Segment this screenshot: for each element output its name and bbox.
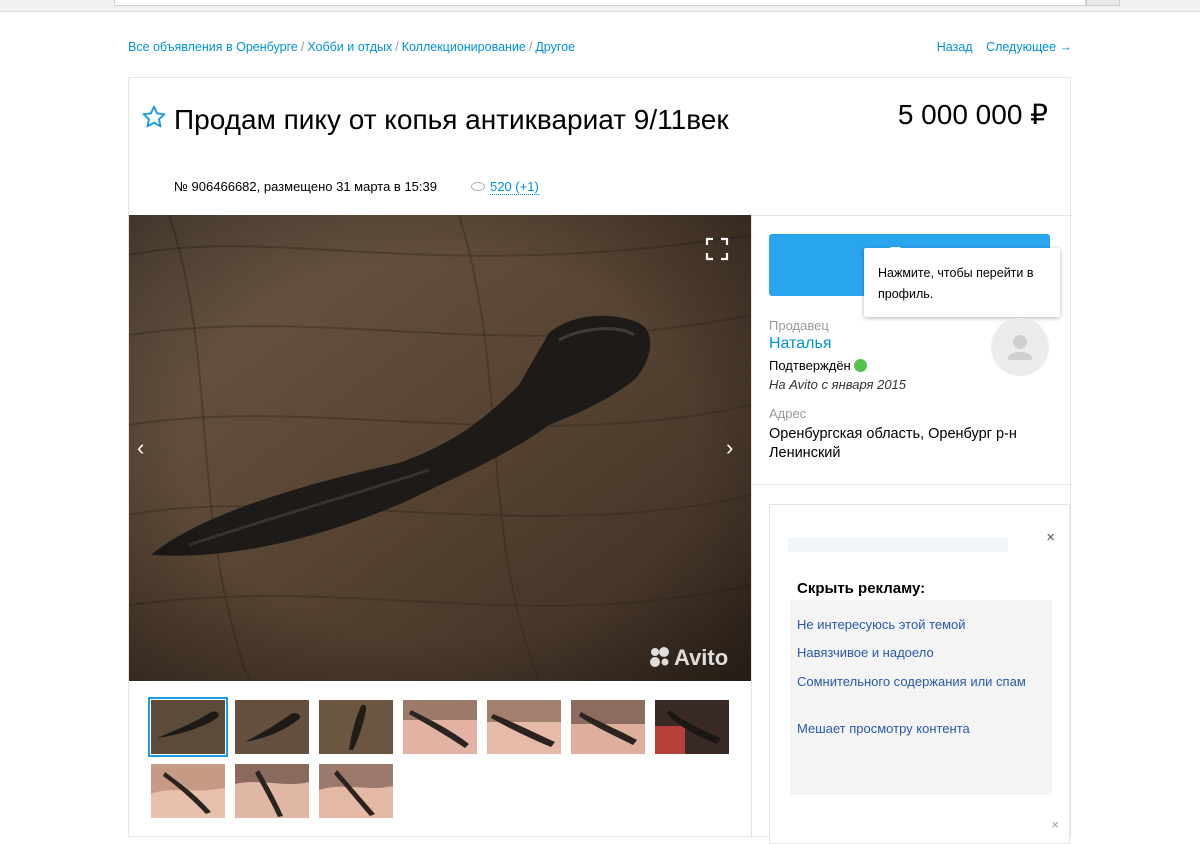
breadcrumb-item-collecting[interactable]: Коллекционирование: [402, 40, 526, 54]
favorite-star-icon[interactable]: [141, 104, 167, 130]
thumbnail[interactable]: [403, 700, 477, 754]
main-photo[interactable]: ‹ › Avito: [129, 215, 751, 681]
breadcrumb-item-other[interactable]: Другое: [535, 40, 575, 54]
listing-meta: № 906466682, размещено 31 марта в 15:39: [174, 179, 437, 194]
hide-ad-option[interactable]: Мешает просмотру контента: [797, 719, 1027, 738]
user-icon: [1008, 335, 1032, 360]
thumbnail[interactable]: [148, 697, 228, 757]
ad-placeholder-header: [788, 538, 1008, 552]
confirmed-text: Подтверждён: [769, 358, 851, 373]
watermark-text: Avito: [674, 645, 729, 670]
views-link[interactable]: 520 (+1): [490, 179, 539, 195]
listing-title: Продам пику от копья антиквариат 9/11век: [174, 104, 729, 135]
thumbnail[interactable]: [571, 700, 645, 754]
back-link[interactable]: Назад: [937, 40, 973, 54]
thumbnail[interactable]: [655, 700, 729, 754]
verified-phone-icon: [853, 359, 867, 372]
thumbnail[interactable]: [151, 764, 225, 818]
breadcrumb-separator: /: [395, 40, 399, 54]
hide-ad-option[interactable]: Сомнительного содержания или спам: [797, 672, 1027, 691]
address-label: Адрес: [769, 406, 807, 421]
thumbnail[interactable]: [235, 700, 309, 754]
breadcrumb: Все объявления в Оренбурге / Хобби и отдых…: [128, 40, 575, 54]
avito-logo-icon: [650, 647, 669, 667]
breadcrumb-item-hobby[interactable]: Хобби и отдых: [307, 40, 392, 54]
column-divider: [751, 215, 752, 838]
breadcrumb-separator: /: [300, 40, 305, 54]
thumbnail[interactable]: [319, 764, 393, 818]
thumbnail[interactable]: [319, 700, 393, 754]
hide-ad-option[interactable]: Навязчивое и надоело: [797, 643, 1027, 662]
next-link[interactable]: Следующее →: [986, 40, 1072, 54]
address-value: Оренбургская область, Оренбург р-н Ленин…: [769, 426, 1017, 461]
listing-price: 5 000 000 ₽: [897, 99, 1048, 130]
profile-tooltip: Нажмите, чтобы перейти в профиль.: [864, 248, 1060, 317]
next-photo-icon[interactable]: ›: [726, 435, 733, 461]
fullscreen-icon[interactable]: [704, 236, 730, 262]
close-ad-bottom-icon[interactable]: ×: [1051, 817, 1059, 832]
browser-address-bar: [0, 0, 1200, 12]
hide-ad-title: Скрыть рекламу:: [797, 580, 926, 597]
address-button[interactable]: [1086, 0, 1120, 6]
close-ad-icon[interactable]: ×: [1046, 529, 1055, 546]
seller-avatar[interactable]: [991, 318, 1049, 376]
view-counter: 520 (+1): [471, 179, 539, 195]
thumbnail[interactable]: [487, 700, 561, 754]
address-field[interactable]: [114, 0, 1086, 6]
ad-block: × Скрыть рекламу: Не интересуюсь этой те…: [769, 504, 1070, 844]
seller-divider: [751, 484, 1072, 485]
hide-ad-option[interactable]: Не интересуюсь этой темой: [797, 615, 1027, 634]
previous-photo-icon[interactable]: ‹: [137, 435, 144, 461]
listing-navigation: Назад Следующее →: [927, 40, 1072, 54]
seller-label: Продавец: [769, 318, 829, 333]
seller-name-link[interactable]: Наталья: [769, 335, 831, 353]
spearhead-photo: [129, 215, 751, 681]
avito-watermark: Avito: [649, 643, 728, 671]
breadcrumb-item-all-ads[interactable]: Все объявления в Оренбурге: [128, 40, 298, 54]
thumbnail[interactable]: [235, 764, 309, 818]
eye-icon: [471, 182, 485, 191]
seller-since: На Avito с января 2015: [769, 377, 907, 392]
seller-confirmed: Подтверждён: [769, 358, 867, 373]
breadcrumb-separator: /: [528, 40, 533, 54]
